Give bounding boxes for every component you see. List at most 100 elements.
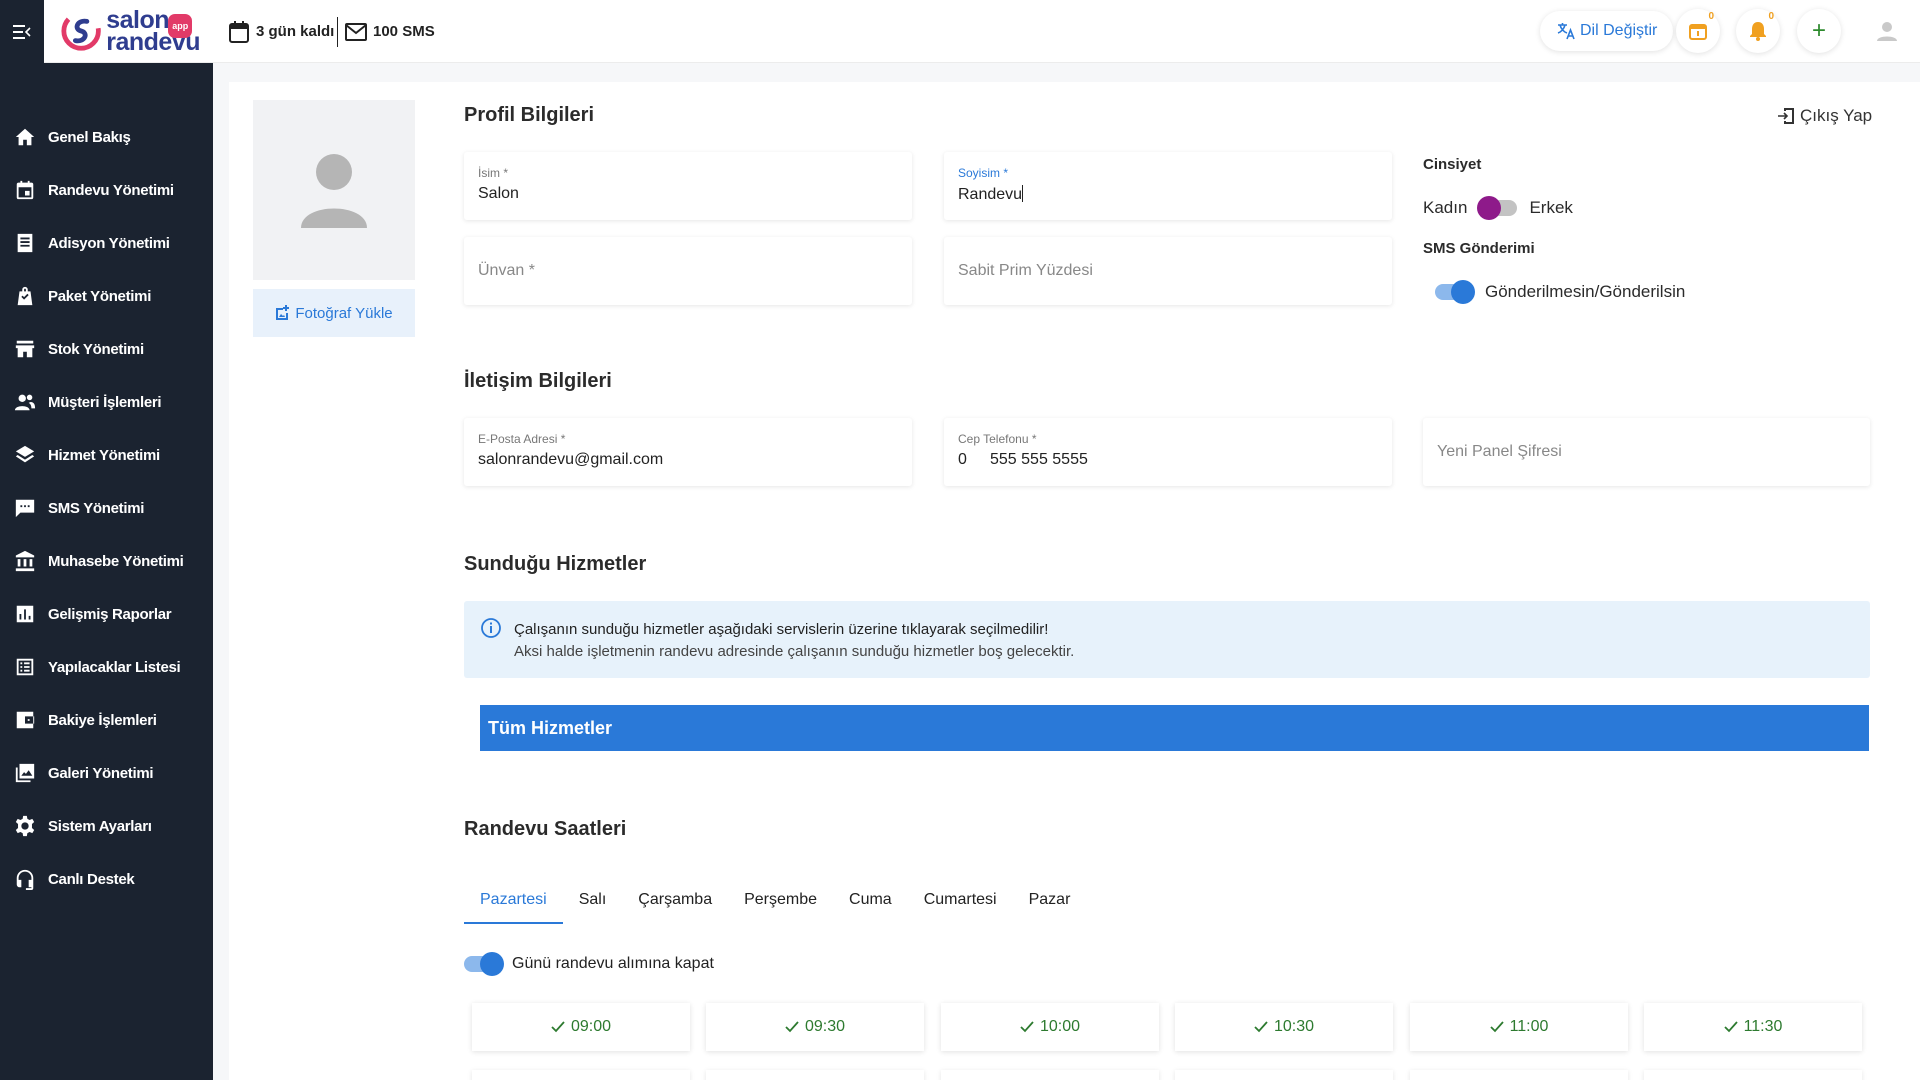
user-icon [1877, 22, 1897, 41]
calendar-button[interactable]: 0 [1676, 9, 1720, 53]
gear-icon [15, 815, 35, 837]
logout-button[interactable]: Çıkış Yap [1776, 106, 1872, 126]
sidebar-item-label: Canlı Destek [48, 870, 135, 888]
divider [337, 17, 338, 47]
check-icon [551, 1021, 565, 1033]
add-button[interactable]: + [1797, 9, 1841, 53]
close-day-label: Günü randevu alımına kapat [512, 955, 714, 972]
language-label: Dil Değiştir [1580, 22, 1658, 39]
info-line-2: Aksi halde işletmenin randevu adresinde … [514, 643, 1075, 660]
calendar-count-badge: 0 [1708, 11, 1714, 22]
menu-toggle-button[interactable] [0, 0, 44, 63]
sidebar-item-appointments[interactable]: Randevu Yönetimi [0, 170, 213, 210]
language-button[interactable]: Dil Değiştir [1540, 11, 1674, 51]
time-slot[interactable]: 09:00 [472, 1003, 690, 1051]
job-title-placeholder: Ünvan * [478, 262, 535, 279]
tab-tuesday[interactable]: Salı [563, 876, 623, 924]
time-slot[interactable]: 11:00 [1410, 1003, 1628, 1051]
tab-friday[interactable]: Cuma [833, 876, 908, 924]
job-title-field[interactable]: Ünvan * [464, 237, 912, 305]
sidebar-item-label: Bakiye İşlemleri [48, 711, 157, 729]
plus-icon: + [1811, 17, 1826, 44]
time-slot-partial[interactable] [941, 1070, 1159, 1080]
trial-indicator: 3 gün kaldı [228, 0, 334, 63]
notifications-button[interactable]: 0 [1736, 9, 1780, 53]
sidebar-item-label: Stok Yönetimi [48, 340, 144, 358]
time-slot-label: 10:00 [1039, 1018, 1081, 1035]
logo[interactable]: salon randevu app [60, 6, 200, 56]
sms-indicator: 100 SMS [345, 0, 435, 63]
image-upload-icon [276, 305, 290, 320]
time-slot-partial[interactable] [1644, 1070, 1862, 1080]
sidebar-item-balance[interactable]: Bakiye İşlemleri [0, 700, 213, 740]
close-day-toggle[interactable] [464, 952, 504, 976]
time-slot-label: 11:30 [1743, 1018, 1783, 1035]
surname-field[interactable]: Soyisim * Randevu [944, 152, 1392, 220]
sidebar-item-bills[interactable]: Adisyon Yönetimi [0, 223, 213, 263]
translate-icon [1557, 23, 1575, 40]
upload-photo-label: Fotoğraf Yükle [295, 304, 393, 322]
home-icon [15, 128, 35, 146]
sidebar-item-settings[interactable]: Sistem Ayarları [0, 806, 213, 846]
chat-icon [15, 499, 35, 518]
user-menu-button[interactable] [1870, 14, 1904, 48]
sidebar-item-support[interactable]: Canlı Destek [0, 859, 213, 899]
time-slot[interactable]: 10:30 [1175, 1003, 1393, 1051]
profile-photo [253, 100, 415, 280]
store-icon [15, 340, 35, 358]
services-info-alert: Çalışanın sunduğu hizmetler aşağıdaki se… [464, 601, 1870, 678]
sidebar-item-services[interactable]: Hizmet Yönetimi [0, 435, 213, 475]
sidebar-item-overview[interactable]: Genel Bakış [0, 117, 213, 157]
sidebar-item-label: Genel Bakış [48, 128, 131, 146]
tab-monday[interactable]: Pazartesi [464, 876, 563, 924]
time-slot[interactable]: 10:00 [941, 1003, 1159, 1051]
phone-label: Cep Telefonu * [958, 432, 1037, 446]
time-slot-partial[interactable] [1175, 1070, 1393, 1080]
sidebar-item-todo[interactable]: Yapılacaklar Listesi [0, 647, 213, 687]
toggle-knob [480, 952, 504, 976]
chart-icon [16, 605, 34, 623]
tab-saturday[interactable]: Cumartesi [908, 876, 1013, 924]
sidebar-item-stock[interactable]: Stok Yönetimi [0, 329, 213, 369]
new-password-field[interactable]: Yeni Panel Şifresi [1423, 418, 1870, 486]
sidebar-item-customers[interactable]: Müşteri İşlemleri [0, 382, 213, 422]
gender-toggle[interactable] [1477, 196, 1518, 220]
day-tabs: Pazartesi Salı Çarşamba Perşembe Cuma Cu… [464, 876, 1086, 924]
sidebar-item-label: Galeri Yönetimi [48, 764, 154, 782]
time-slot[interactable]: 11:30 [1644, 1003, 1862, 1051]
toggle-knob [1451, 280, 1475, 304]
name-field[interactable]: İsim * Salon [464, 152, 912, 220]
list-icon [16, 658, 34, 676]
sms-toggle[interactable] [1435, 280, 1475, 304]
logo-text: salon randevu app [106, 8, 200, 55]
time-slot-partial[interactable] [472, 1070, 690, 1080]
time-slot-partial[interactable] [1410, 1070, 1628, 1080]
bag-icon [17, 286, 33, 306]
sidebar-item-reports[interactable]: Gelişmiş Raporlar [0, 594, 213, 634]
sidebar-item-label: Adisyon Yönetimi [48, 234, 170, 252]
sidebar-item-label: Muhasebe Yönetimi [48, 552, 184, 570]
tab-sunday[interactable]: Pazar [1013, 876, 1087, 924]
sidebar-item-sms[interactable]: SMS Yönetimi [0, 488, 213, 528]
sidebar-item-label: Hizmet Yönetimi [48, 446, 160, 464]
layers-icon [15, 445, 35, 463]
sidebar-item-gallery[interactable]: Galeri Yönetimi [0, 753, 213, 793]
bonus-percentage-field[interactable]: Sabit Prim Yüzdesi [944, 237, 1392, 305]
profile-section-title: Profil Bilgileri [464, 104, 595, 126]
upload-photo-button[interactable]: Fotoğraf Yükle [253, 289, 415, 337]
tab-thursday[interactable]: Perşembe [728, 876, 833, 924]
bell-icon [1750, 22, 1766, 41]
check-icon [1020, 1021, 1034, 1033]
phone-field[interactable]: Cep Telefonu * 0 555 555 5555 [944, 418, 1392, 486]
time-slot[interactable]: 09:30 [706, 1003, 924, 1051]
gender-female-label: Kadın [1423, 198, 1468, 217]
sidebar-item-label: Gelişmiş Raporlar [48, 605, 172, 623]
tab-wednesday[interactable]: Çarşamba [622, 876, 728, 924]
sms-count-text: 100 SMS [373, 23, 435, 40]
sidebar-item-packages[interactable]: Paket Yönetimi [0, 276, 213, 316]
email-field[interactable]: E-Posta Adresi * salonrandevu@gmail.com [464, 418, 912, 486]
sidebar-item-accounting[interactable]: Muhasebe Yönetimi [0, 541, 213, 581]
logo-mark-icon [61, 11, 101, 51]
all-services-button[interactable]: Tüm Hizmetler [480, 705, 1869, 751]
time-slot-partial[interactable] [706, 1070, 924, 1080]
